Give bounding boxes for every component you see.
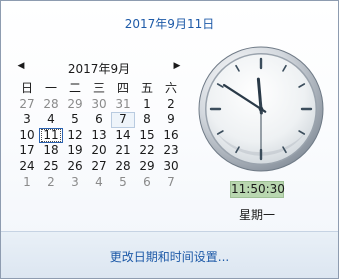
calendar-day-adjacent-month[interactable]: 27 (15, 97, 39, 113)
calendar-day[interactable]: 6 (87, 112, 111, 128)
calendar-day[interactable]: 15 (135, 128, 159, 144)
analog-clock (198, 46, 324, 172)
calendar-day[interactable]: 16 (159, 128, 183, 144)
weekday-header: 二 (68, 81, 81, 95)
calendar-day[interactable]: 19 (63, 143, 87, 159)
calendar-day[interactable]: 23 (159, 143, 183, 159)
weekday-header: 三 (92, 81, 105, 95)
weekday-header: 日 (20, 81, 33, 95)
calendar-day[interactable]: 20 (87, 143, 111, 159)
calendar-day-adjacent-month[interactable]: 5 (111, 175, 135, 191)
calendar-day[interactable]: 26 (63, 159, 87, 175)
calendar-day[interactable]: 17 (15, 143, 39, 159)
digital-time-display: 11:50:30 (230, 181, 285, 198)
calendar-day[interactable]: 27 (87, 159, 111, 175)
weekday-header: 四 (116, 81, 129, 95)
calendar-day[interactable]: 25 (39, 159, 63, 175)
calendar-month-title[interactable]: 2017年9月 (21, 60, 177, 77)
calendar-day[interactable]: 8 (135, 112, 159, 128)
weekday-label: 星期一 (238, 208, 275, 222)
calendar-day-adjacent-month[interactable]: 31 (111, 97, 135, 113)
calendar-day-adjacent-month[interactable]: 30 (87, 97, 111, 113)
calendar-day[interactable]: 13 (87, 128, 111, 144)
calendar-day-label: 11 (41, 127, 61, 142)
calendar-day[interactable]: 12 (63, 128, 87, 144)
calendar-day[interactable]: 29 (135, 159, 159, 175)
calendar-day[interactable]: 5 (63, 112, 87, 128)
calendar-day[interactable]: 28 (111, 159, 135, 175)
calendar-day[interactable]: 18 (39, 143, 63, 159)
calendar-day-adjacent-month[interactable]: 7 (159, 175, 183, 191)
calendar-day-adjacent-month[interactable]: 29 (63, 97, 87, 113)
calendar-day-adjacent-month[interactable]: 28 (39, 97, 63, 113)
next-month-arrow-icon[interactable]: ▶ (169, 59, 185, 73)
calendar-day[interactable]: 2 (159, 97, 183, 113)
date-time-flyout: 2017年9月11日 ◀ 2017年9月 ▶ 日一二三四五六 27 28 29 30 31… (0, 0, 339, 279)
calendar-day[interactable]: 3 (15, 112, 39, 128)
weekday-header: 一 (44, 81, 57, 95)
calendar-day[interactable]: 4 (39, 112, 63, 128)
calendar-day[interactable]: 10 (15, 128, 39, 144)
flyout-footer: 更改日期和时间设置... (1, 231, 338, 278)
calendar-day[interactable]: 30 (159, 159, 183, 175)
calendar-day-adjacent-month[interactable]: 1 (15, 175, 39, 191)
calendar-day[interactable]: 24 (15, 159, 39, 175)
calendar-day-adjacent-month[interactable]: 6 (135, 175, 159, 191)
calendar-day[interactable]: 21 (111, 143, 135, 159)
clock-center-pin (258, 106, 264, 112)
calendar-day[interactable]: 1 (135, 97, 159, 113)
long-date-link[interactable]: 2017年9月11日 (1, 15, 338, 32)
calendar-grid: 日一二三四五六 27 28 29 30 31 1 2 3 4 5 6 7 8 9 10 11 12 13 14 15 16… (15, 81, 183, 190)
calendar-day[interactable]: 9 (159, 112, 183, 128)
change-date-time-settings-link[interactable]: 更改日期和时间设置... (1, 248, 338, 265)
calendar-day[interactable]: 22 (135, 143, 159, 159)
weekday-header: 六 (164, 81, 177, 95)
calendar-day-adjacent-month[interactable]: 3 (63, 175, 87, 191)
calendar-day[interactable]: 14 (111, 128, 135, 144)
calendar-day-selected[interactable]: 11 (39, 127, 63, 144)
calendar-day-adjacent-month[interactable]: 4 (87, 175, 111, 191)
calendar-day[interactable]: 7 (111, 112, 135, 128)
weekday-header: 五 (140, 81, 153, 95)
calendar-day-adjacent-month[interactable]: 2 (39, 175, 63, 191)
